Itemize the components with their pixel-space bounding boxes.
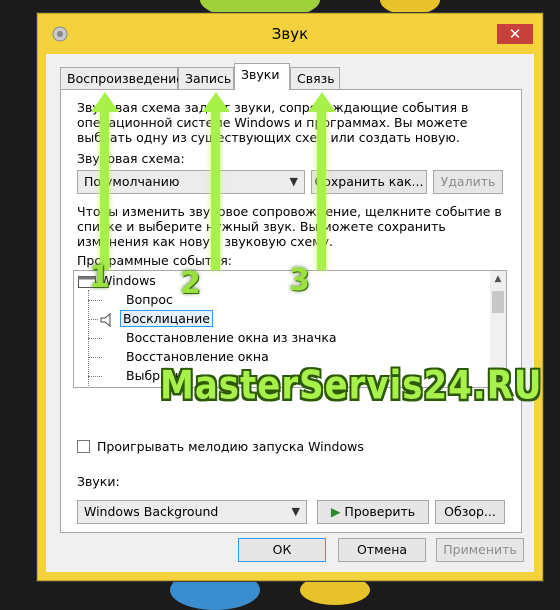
tree-connector [88,300,102,301]
scheme-label: Звуковая схема: [77,151,185,166]
startup-sound-checkbox[interactable] [77,440,90,453]
annotation-arrow-1 [100,110,109,270]
browse-button[interactable]: Обзор... [435,500,505,524]
speaker-icon [100,312,111,327]
tree-connector [88,376,102,377]
list-item[interactable]: Вопрос [126,290,173,309]
tab-recording[interactable]: Запись [178,67,234,89]
tab-playback[interactable]: Воспроизведение [60,67,184,89]
chevron-down-icon: ▼ [291,505,300,518]
tree-connector [88,290,89,387]
sound-value: Windows Background [84,504,219,519]
sound-dropdown[interactable]: Windows Background ▼ [77,500,307,524]
play-icon: ▶ [330,504,341,519]
scroll-up-icon[interactable]: ▲ [490,271,506,287]
test-button-label: Проверить [344,504,416,519]
close-button[interactable]: ✕ [497,24,533,44]
instr-line-2: списке и выберите нужный звук. Вы можете… [77,219,446,234]
annotation-number-3: 3 [289,263,310,298]
annotation-arrow-head [202,92,230,112]
annotation-arrow-head [308,92,336,112]
test-button[interactable]: ▶ Проверить [317,500,429,524]
window-title: Звук [271,25,309,43]
ok-button[interactable]: ОК [238,538,326,562]
list-item-label: Восклицание [120,310,213,327]
tree-connector [88,338,102,339]
apply-button[interactable]: Применить [436,538,524,562]
instr-line-1: Чтобы изменить звуковое сопровождение, щ… [77,204,502,219]
sounds-panel: Звуковая схема задает звуки, сопровождаю… [60,89,522,533]
scheme-dropdown[interactable]: По умолчанию ▼ [77,170,305,194]
sounds-label: Звуки: [77,474,120,489]
tree-connector [88,319,98,320]
list-item[interactable]: Восклицание [100,309,213,328]
tab-sounds[interactable]: Звуки [234,63,290,90]
annotation-number-1: 1 [89,260,110,295]
scheme-value: По умолчанию [84,174,180,189]
intro-line-3: выбрать одну из существующих схем или со… [77,130,460,145]
chevron-down-icon: ▼ [289,175,298,188]
annotation-arrow-head [91,92,119,112]
delete-button[interactable]: Удалить [433,170,503,194]
annotation-number-2: 2 [180,266,201,301]
intro-line-1: Звуковая схема задает звуки, сопровождаю… [77,100,469,115]
annotation-arrow-3 [317,110,326,270]
annotation-arrow-2 [211,110,220,270]
scroll-thumb[interactable] [492,291,504,313]
instr-line-3: изменения как новую звуковую схему. [77,234,333,249]
tree-connector [88,357,102,358]
dialog-client: Воспроизведение Запись Звуки Связь Звуко… [46,54,534,572]
watermark-text: MasterServis24.RU [160,363,543,409]
list-item[interactable]: Восстановление окна из значка [126,328,337,347]
save-as-button[interactable]: Сохранить как... [311,170,427,194]
intro-line-2: операционной системе Windows и программа… [77,115,468,130]
title-bar: Звук ✕ [38,14,542,54]
startup-sound-label: Проигрывать мелодию запуска Windows [97,439,364,454]
tab-communications[interactable]: Связь [290,67,340,89]
cancel-button[interactable]: Отмена [338,538,426,562]
